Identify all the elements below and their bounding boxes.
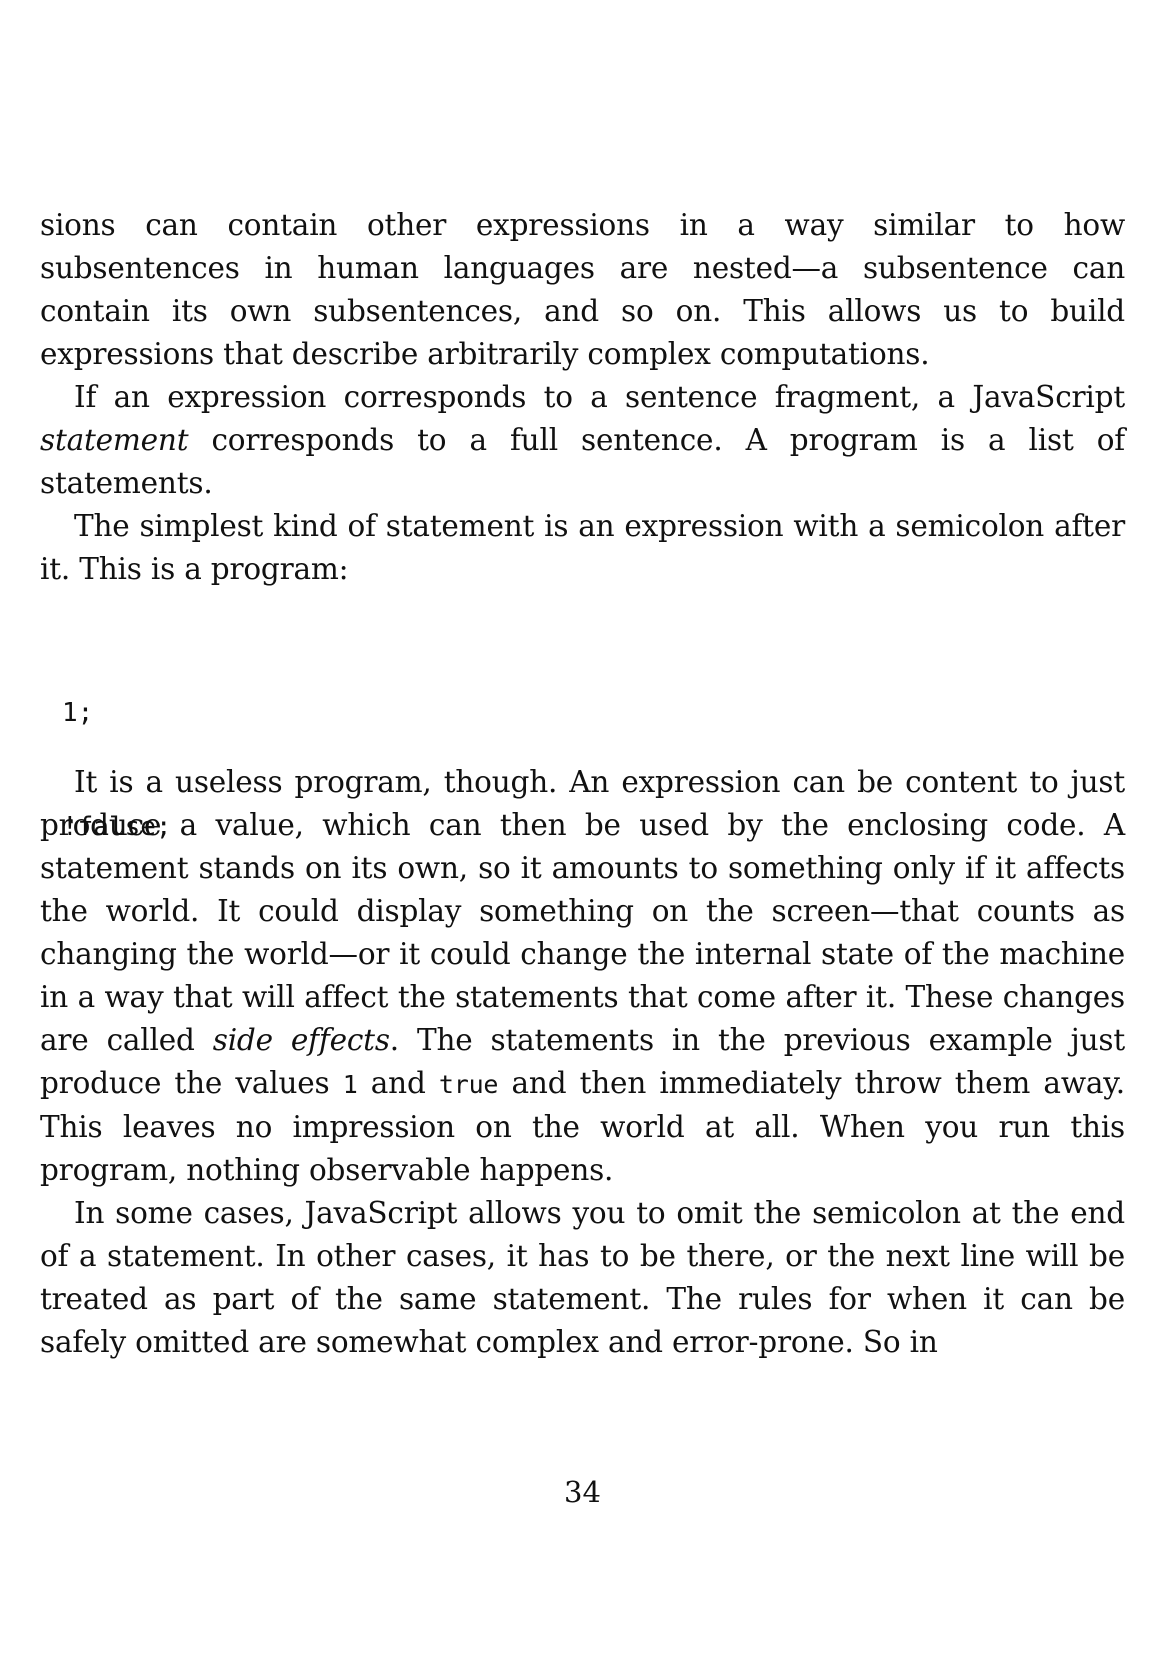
paragraph-text: corresponds to a full sentence. A progra…	[40, 423, 1125, 500]
text-section-bottom: It is a useless program, though. An expr…	[40, 761, 1125, 1364]
paragraph-text: and	[357, 1066, 439, 1100]
emphasized-term: side effects	[212, 1023, 390, 1057]
book-page: sions can contain other expressions in a…	[0, 0, 1165, 1654]
paragraph-simplest-statement: The simplest kind of statement is an exp…	[40, 509, 1125, 586]
emphasized-term: statement	[40, 423, 189, 457]
code-line: 1;	[62, 698, 94, 728]
text-section-top: sions can contain other expressions in a…	[40, 204, 1125, 591]
inline-code: 1	[342, 1070, 358, 1099]
paragraph-text: It is a useless program, though. An expr…	[40, 765, 1125, 1057]
page-number: 34	[564, 1475, 601, 1509]
paragraph-side-effects: It is a useless program, though. An expr…	[40, 761, 1125, 1192]
paragraph-semicolon-rules: In some cases, JavaScript allows you to …	[40, 1196, 1125, 1359]
inline-code: true	[438, 1070, 499, 1099]
paragraph-statement-definition: If an expression corresponds to a senten…	[40, 376, 1125, 505]
paragraph-continuation: sions can contain other expressions in a…	[40, 208, 1125, 371]
paragraph-text: If an expression corresponds to a senten…	[74, 380, 1125, 414]
